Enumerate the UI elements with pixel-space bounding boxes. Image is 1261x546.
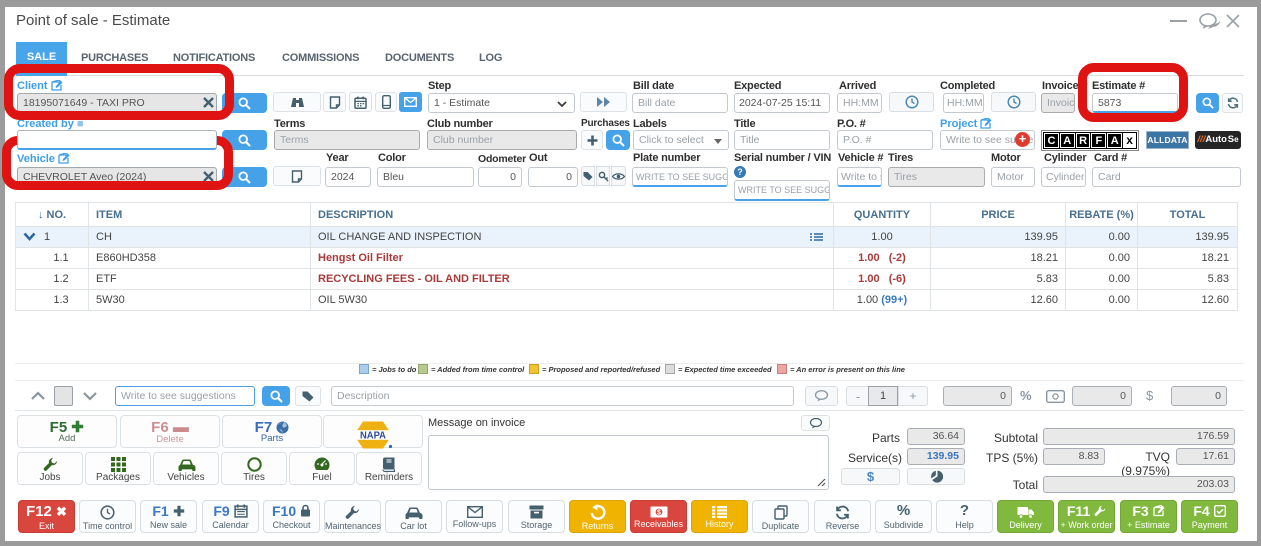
svg-text:NAPA: NAPA <box>360 429 386 441</box>
svg-text:$: $ <box>657 510 661 517</box>
